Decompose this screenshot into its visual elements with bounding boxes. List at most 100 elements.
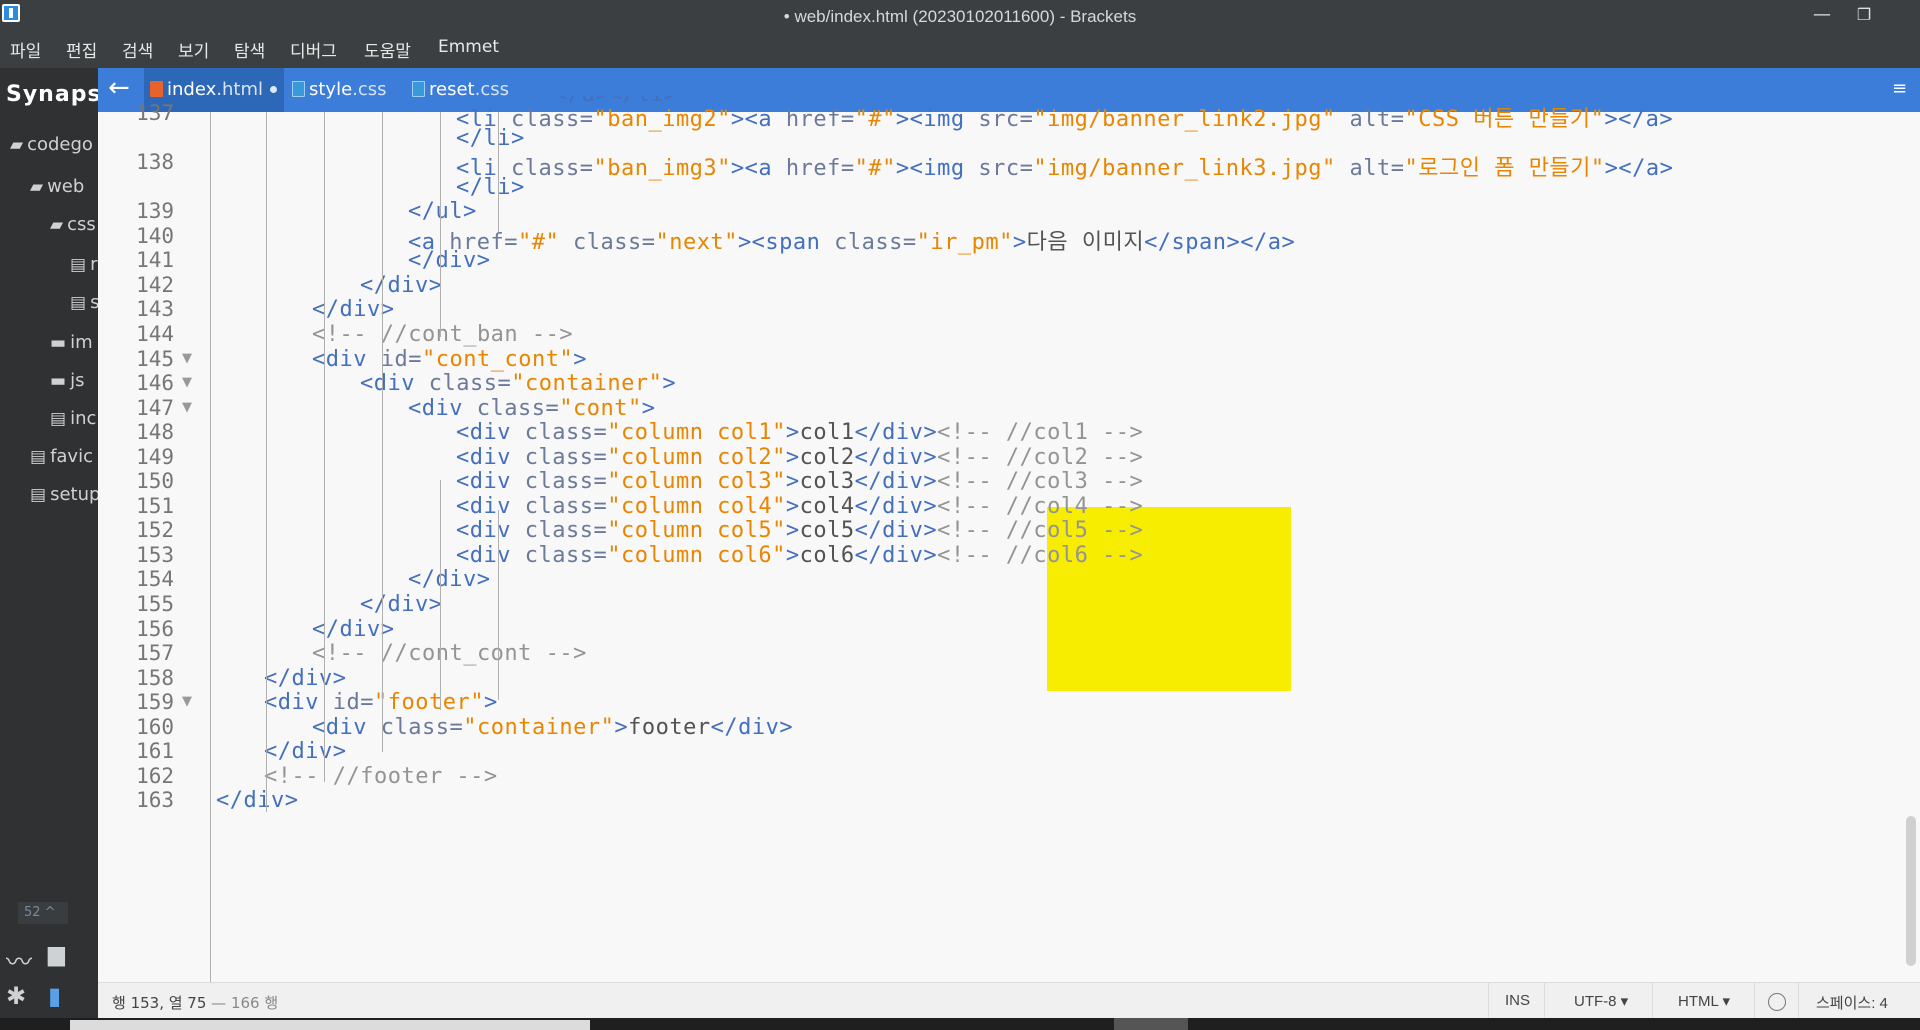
fold-toggle-icon[interactable]: ▼: [182, 400, 192, 415]
status-divider: [1798, 982, 1799, 1018]
magic-wand-icon[interactable]: ✱: [6, 982, 26, 1010]
file-icon: ▤: [30, 447, 47, 467]
insert-mode-toggle[interactable]: INS: [1505, 992, 1530, 1009]
indent-guide: [382, 112, 383, 752]
tree-item-setup[interactable]: ▤ setup: [30, 484, 100, 505]
dropdown-arrow-icon: ▾: [1620, 993, 1629, 1010]
code-line: 163 </div>: [98, 785, 1898, 815]
language-select[interactable]: HTML ▾: [1678, 992, 1730, 1010]
file-icon: ▤: [30, 485, 47, 505]
line-number: 159: [136, 690, 174, 714]
total-lines: — 166 행: [211, 994, 279, 1012]
folder-open-icon: ▰: [50, 215, 64, 235]
folder-open-icon: ▰: [10, 135, 24, 155]
line-number: 154: [136, 567, 174, 591]
indent-guide: [210, 112, 211, 982]
status-divider: [1488, 982, 1489, 1018]
taskbar-window-preview[interactable]: [70, 1020, 590, 1030]
fold-toggle-icon[interactable]: ▼: [182, 351, 192, 366]
code-text: </div>: [216, 788, 298, 813]
tree-item-label: favic: [50, 446, 93, 467]
menu-help[interactable]: 도움말: [364, 37, 411, 62]
tree-item-label: r: [90, 254, 98, 275]
menu-file[interactable]: 파일: [10, 37, 41, 62]
tree-item-index[interactable]: ▤ inc: [50, 408, 96, 429]
status-divider: [1544, 982, 1545, 1018]
menu-edit[interactable]: 편집: [66, 37, 97, 62]
fold-toggle-icon[interactable]: ▼: [182, 694, 192, 709]
tree-item-favicon[interactable]: ▤ favic: [30, 446, 93, 467]
line-number: 150: [136, 469, 174, 493]
extension-manager-icon[interactable]: ▆: [48, 942, 65, 967]
file-icon: ▤: [70, 255, 87, 275]
html5-icon: [150, 81, 163, 97]
line-number: 143: [136, 297, 174, 321]
dropdown-arrow-icon: ▾: [1722, 993, 1730, 1010]
line-number: 161: [136, 739, 174, 763]
status-bar: [98, 982, 1920, 1019]
taskbar-active-item[interactable]: [1114, 1018, 1188, 1030]
indent-guide: [324, 112, 325, 782]
menu-bar: [0, 32, 1920, 68]
indent-guide: [498, 510, 499, 700]
collapse-badge[interactable]: 52 ^: [18, 902, 68, 924]
file-icon: ▤: [70, 293, 87, 313]
menu-emmet[interactable]: Emmet: [438, 37, 499, 57]
minimize-button[interactable]: —: [1804, 0, 1840, 32]
tree-item-web[interactable]: ▰ web: [30, 176, 84, 197]
tree-item-label: codego: [27, 134, 93, 155]
folder-open-icon: ▰: [30, 177, 44, 197]
css3-icon: [412, 81, 425, 97]
live-preview-graph-icon[interactable]: 〰: [6, 942, 32, 979]
project-sidebar: [0, 68, 98, 1030]
tree-item-label: setup: [50, 484, 101, 505]
folder-icon: ▬: [50, 333, 67, 353]
indent-setting[interactable]: 스페이스: 4: [1816, 992, 1888, 1013]
tree-item-style-css[interactable]: ▤ s: [70, 292, 99, 313]
window-title: • web/index.html (20230102011600) - Brac…: [783, 7, 1137, 26]
tree-item-img[interactable]: ▬ im: [50, 332, 93, 353]
indent-guide: [498, 112, 499, 232]
cursor-position[interactable]: 행 153, 열 75 — 166 행: [112, 992, 278, 1013]
line-number: 137: [136, 101, 174, 125]
menu-view[interactable]: 보기: [178, 37, 209, 62]
tree-item-js[interactable]: ▬ js: [50, 370, 84, 391]
linter-status-icon[interactable]: [1768, 993, 1786, 1011]
line-number: 146: [136, 371, 174, 395]
menu-search[interactable]: 검색: [122, 37, 153, 62]
maximize-button[interactable]: ❐: [1846, 0, 1882, 32]
menu-debug[interactable]: 디버그: [290, 37, 337, 62]
tree-item-css[interactable]: ▰ css: [50, 214, 96, 235]
unsaved-dot-icon: [270, 86, 277, 93]
indent-guide: [440, 112, 441, 337]
encoding-select[interactable]: UTF-8 ▾: [1574, 992, 1628, 1010]
status-divider: [1754, 982, 1755, 1018]
indent-guide: [440, 480, 441, 710]
line-number: 152: [136, 518, 174, 542]
tree-item-reset-css[interactable]: ▤ r: [70, 254, 97, 275]
cursor-position-text: 행 153, 열 75: [112, 994, 207, 1012]
line-number: 144: [136, 322, 174, 346]
line-number: 163: [136, 788, 174, 812]
language-label: HTML: [1678, 993, 1719, 1010]
book-icon[interactable]: ▮: [48, 982, 61, 1010]
fold-toggle-icon[interactable]: ▼: [182, 375, 192, 390]
tree-item-label: js: [70, 370, 85, 391]
menu-navigate[interactable]: 탐색: [234, 37, 265, 62]
tree-item-codego[interactable]: ▰ codego: [10, 134, 93, 155]
encoding-label: UTF-8: [1574, 993, 1617, 1010]
tree-item-label: css: [67, 214, 96, 235]
code-token: </div>: [216, 788, 299, 813]
line-number: 139: [136, 199, 174, 223]
scrollbar-thumb[interactable]: [1906, 816, 1916, 966]
line-number: 141: [136, 248, 174, 272]
line-number: 155: [136, 592, 174, 616]
line-number: 148: [136, 420, 174, 444]
line-number: 138: [136, 150, 174, 174]
status-divider: [1652, 982, 1653, 1018]
tree-item-label: web: [47, 176, 85, 197]
file-icon: ▤: [50, 409, 67, 429]
indent-guide: [266, 112, 267, 812]
line-number: 157: [136, 641, 174, 665]
tree-item-label: im: [70, 332, 93, 353]
